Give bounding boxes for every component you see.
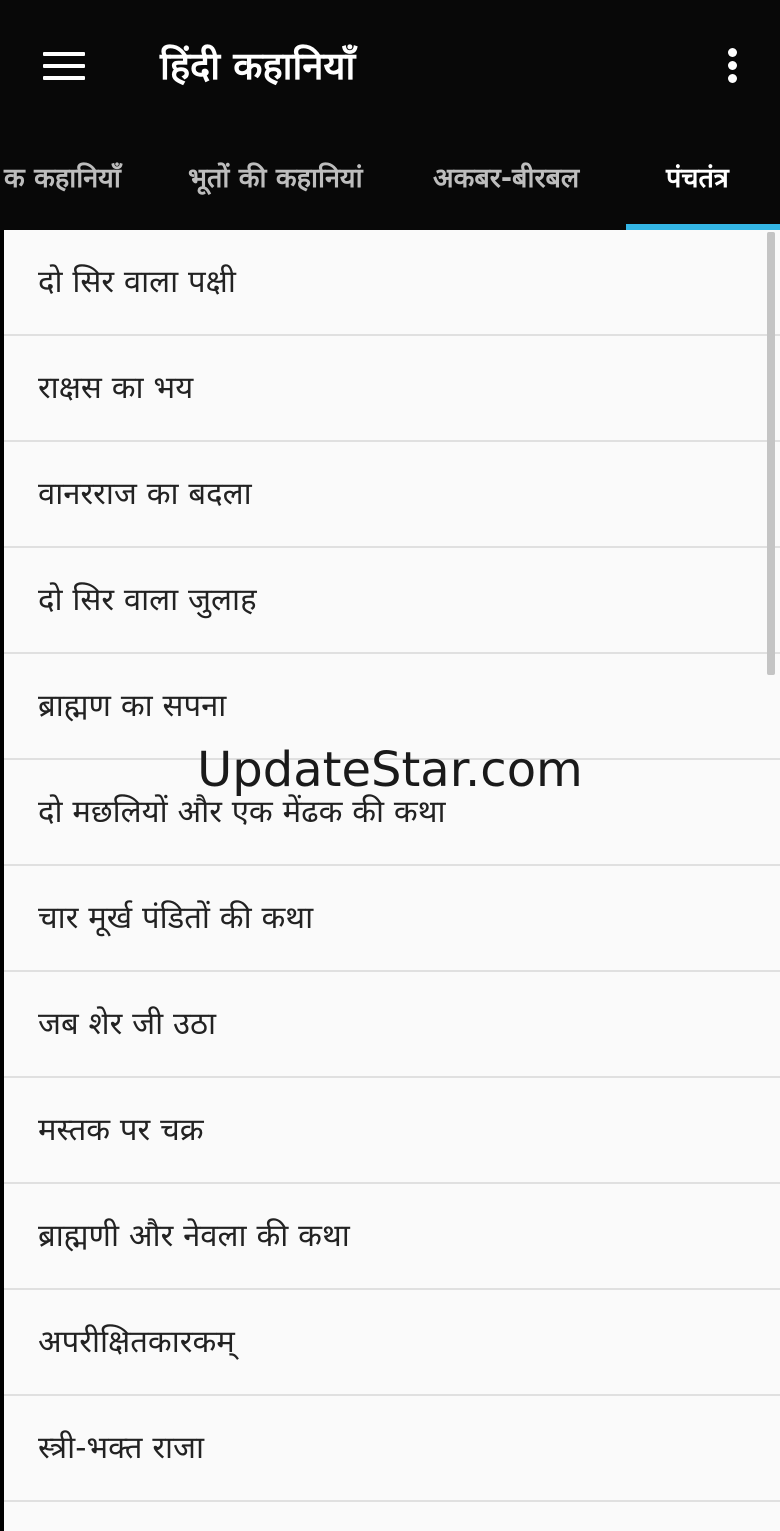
story-list-item[interactable]: अपरीक्षितकारकम् — [4, 1290, 780, 1396]
story-title: स्त्री-भक्त राजा — [38, 1430, 205, 1466]
menu-bar-middle — [43, 64, 85, 68]
story-title: दो मछलियों और एक मेंढक की कथा — [38, 794, 446, 830]
tab-panchatantra[interactable]: पंचतंत्र — [666, 130, 729, 230]
more-dot-middle — [728, 61, 737, 70]
story-list-item[interactable]: जब शेर जी उठा — [4, 972, 780, 1078]
app-toolbar: हिंदी कहानियाँ — [0, 0, 780, 130]
story-title: मस्तक पर चक्र — [38, 1112, 204, 1148]
hamburger-menu-icon[interactable] — [38, 44, 90, 88]
more-options-icon[interactable] — [716, 42, 750, 90]
story-title: चार मूर्ख पंडितों की कथा — [38, 900, 314, 936]
more-dot-top — [728, 48, 737, 57]
tab-akbar-birbal[interactable]: अकबर-बीरबल — [433, 130, 579, 230]
story-title: वानरराज का बदला — [38, 476, 252, 512]
app-screen: हिंदी कहानियाँ क कहानियाँ भूतों की कहानि… — [0, 0, 780, 1531]
menu-bar-top — [43, 52, 85, 56]
story-title: अपरीक्षितकारकम् — [38, 1324, 235, 1360]
story-list-item[interactable]: स्त्री-भक्त राजा — [4, 1396, 780, 1502]
story-title: दो सिर वाला जुलाह — [38, 582, 257, 618]
story-list-item[interactable]: चार मूर्ख पंडितों की कथा — [4, 866, 780, 972]
story-list-item[interactable]: मस्तक पर चक्र — [4, 1078, 780, 1184]
menu-bar-bottom — [43, 76, 85, 80]
story-list-item[interactable]: ब्राह्मणी और नेवला की कथा — [4, 1184, 780, 1290]
category-tab-bar: क कहानियाँ भूतों की कहानियां अकबर-बीरबल … — [0, 130, 780, 230]
story-title: दो सिर वाला पक्षी — [38, 264, 236, 300]
more-dot-bottom — [728, 74, 737, 83]
story-title: ब्राह्मण का सपना — [38, 688, 227, 724]
story-title: राक्षस का भय — [38, 370, 194, 406]
story-list: दो सिर वाला पक्षी राक्षस का भय वानरराज क… — [4, 230, 780, 1531]
story-list-item[interactable]: दो सिर वाला पक्षी — [4, 230, 780, 336]
app-title: हिंदी कहानियाँ — [160, 44, 356, 88]
tab-ghost-stories[interactable]: भूतों की कहानियां — [188, 130, 363, 230]
story-title: जब शेर जी उठा — [38, 1006, 217, 1042]
story-list-item[interactable]: राक्षस का भय — [4, 336, 780, 442]
story-list-item[interactable]: दो मछलियों और एक मेंढक की कथा — [4, 760, 780, 866]
story-list-item[interactable]: दो सिर वाला जुलाह — [4, 548, 780, 654]
story-title: ब्राह्मणी और नेवला की कथा — [38, 1218, 350, 1254]
list-scrollbar[interactable] — [767, 232, 775, 675]
tab-stories-partial[interactable]: क कहानियाँ — [4, 130, 121, 230]
story-list-item[interactable]: ब्राह्मण का सपना — [4, 654, 780, 760]
story-list-item[interactable]: वानरराज का बदला — [4, 442, 780, 548]
